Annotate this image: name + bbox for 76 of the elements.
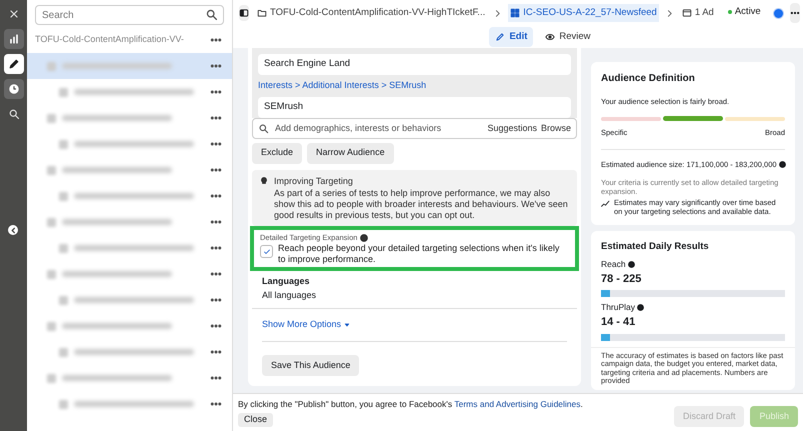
grid-icon	[510, 8, 520, 18]
breadcrumb-link[interactable]: IC-SEO-US-A-22_57-Newsfeed	[508, 4, 659, 22]
languages-value: All languages	[262, 288, 318, 302]
search-field[interactable]: Search	[35, 5, 224, 25]
search-link[interactable]: Browse	[540, 122, 571, 135]
chevron-right-icon	[493, 8, 502, 18]
blurred-icon	[47, 114, 56, 122]
eye-icon	[545, 32, 556, 42]
audience-button[interactable]: Narrow Audience	[307, 142, 394, 164]
breadcrumb-link[interactable]: 1 Ad	[680, 4, 716, 22]
breadcrumb-link[interactable]: TOFU-Cold-ContentAmplification-VV-HighTIcketF...	[255, 4, 488, 22]
bar-chart-button[interactable]	[4, 29, 24, 49]
search-icon	[205, 8, 218, 21]
checkmark-icon	[262, 248, 270, 256]
search-link[interactable]: Suggestions	[487, 122, 537, 135]
lightbulb-icon	[260, 176, 268, 186]
interest-item: SEMrush	[258, 96, 571, 118]
blurred-icon	[47, 62, 56, 70]
show-more-link[interactable]: Show More Options	[262, 318, 350, 332]
notice-title: Improving Targeting	[274, 174, 354, 188]
blurred-icon	[59, 140, 68, 148]
tab[interactable]: Review	[539, 27, 597, 47]
terms-text: By clicking the "Publish" button, you agree to Facebook's Terms and Advertising Guidelines.	[238, 398, 583, 411]
metric-value: 78 - 225	[601, 272, 642, 287]
metric-label: ThruPlay	[601, 301, 636, 314]
toggle-switch[interactable]	[772, 8, 784, 18]
blurred-icon	[47, 166, 56, 174]
interest-item: Search Engine Land	[258, 54, 571, 75]
campaign-name: TOFU-Cold-ContentAmplification-VV-	[35, 33, 184, 46]
search-icon	[8, 108, 20, 120]
notice-text: As part of a series of tests to help improve performance, we may also show this ad to people with broader interests and behaviours. We've seen good results in previous tests, but you can opt out.	[274, 188, 569, 221]
panel-icon	[239, 8, 249, 18]
save-audience-button[interactable]: Save This Audience	[262, 355, 360, 376]
pencil-icon	[495, 32, 506, 42]
search-icon	[258, 122, 269, 134]
ad-icon	[682, 8, 692, 18]
blurred-icon	[59, 296, 68, 304]
caret-down-icon	[344, 322, 350, 328]
terms-link[interactable]: Terms and Advertising Guidelines	[454, 399, 581, 409]
metric-value: 14 - 41	[601, 315, 636, 330]
section-label: Languages	[262, 275, 311, 288]
more-button[interactable]	[790, 3, 800, 23]
checkbox[interactable]	[260, 245, 273, 258]
info-icon	[637, 304, 644, 312]
audience-button[interactable]: Exclude	[252, 142, 302, 164]
close-icon	[8, 8, 20, 20]
pencil-icon	[8, 58, 20, 70]
blurred-icon	[47, 270, 56, 278]
panel-toggle-button[interactable]	[239, 5, 249, 21]
blurred-icon	[59, 244, 68, 252]
blurred-icon	[59, 400, 68, 408]
blurred-icon	[47, 218, 56, 226]
card-title: Audience Definition	[601, 72, 696, 86]
interest-path[interactable]: Interests > Additional Interests > SEMrush	[258, 79, 571, 92]
clock-button[interactable]	[4, 79, 24, 99]
card-title: Estimated Daily Results	[600, 240, 710, 254]
close-button[interactable]: Close	[238, 412, 274, 427]
collapse-button[interactable]	[8, 225, 18, 235]
clock-icon	[8, 83, 20, 95]
expansion-text: Reach people beyond your detailed targeting selections when it's likely to improve performance.	[278, 243, 560, 266]
blurred-icon	[59, 88, 68, 96]
info-icon	[360, 234, 368, 242]
blurred-icon	[47, 322, 56, 330]
blurred-icon	[59, 192, 68, 200]
chevron-left-icon	[10, 226, 16, 234]
info-icon	[778, 160, 786, 168]
bar-chart-icon	[8, 33, 20, 45]
tab[interactable]: Edit	[489, 27, 534, 47]
metric-label: Reach	[601, 258, 626, 271]
blurred-icon	[59, 348, 68, 356]
blurred-icon	[47, 374, 56, 382]
pencil-button[interactable]	[4, 54, 24, 74]
folder-icon	[257, 8, 267, 18]
info-icon	[628, 260, 635, 268]
trend-icon	[601, 198, 610, 208]
status-label: Active	[734, 5, 761, 19]
